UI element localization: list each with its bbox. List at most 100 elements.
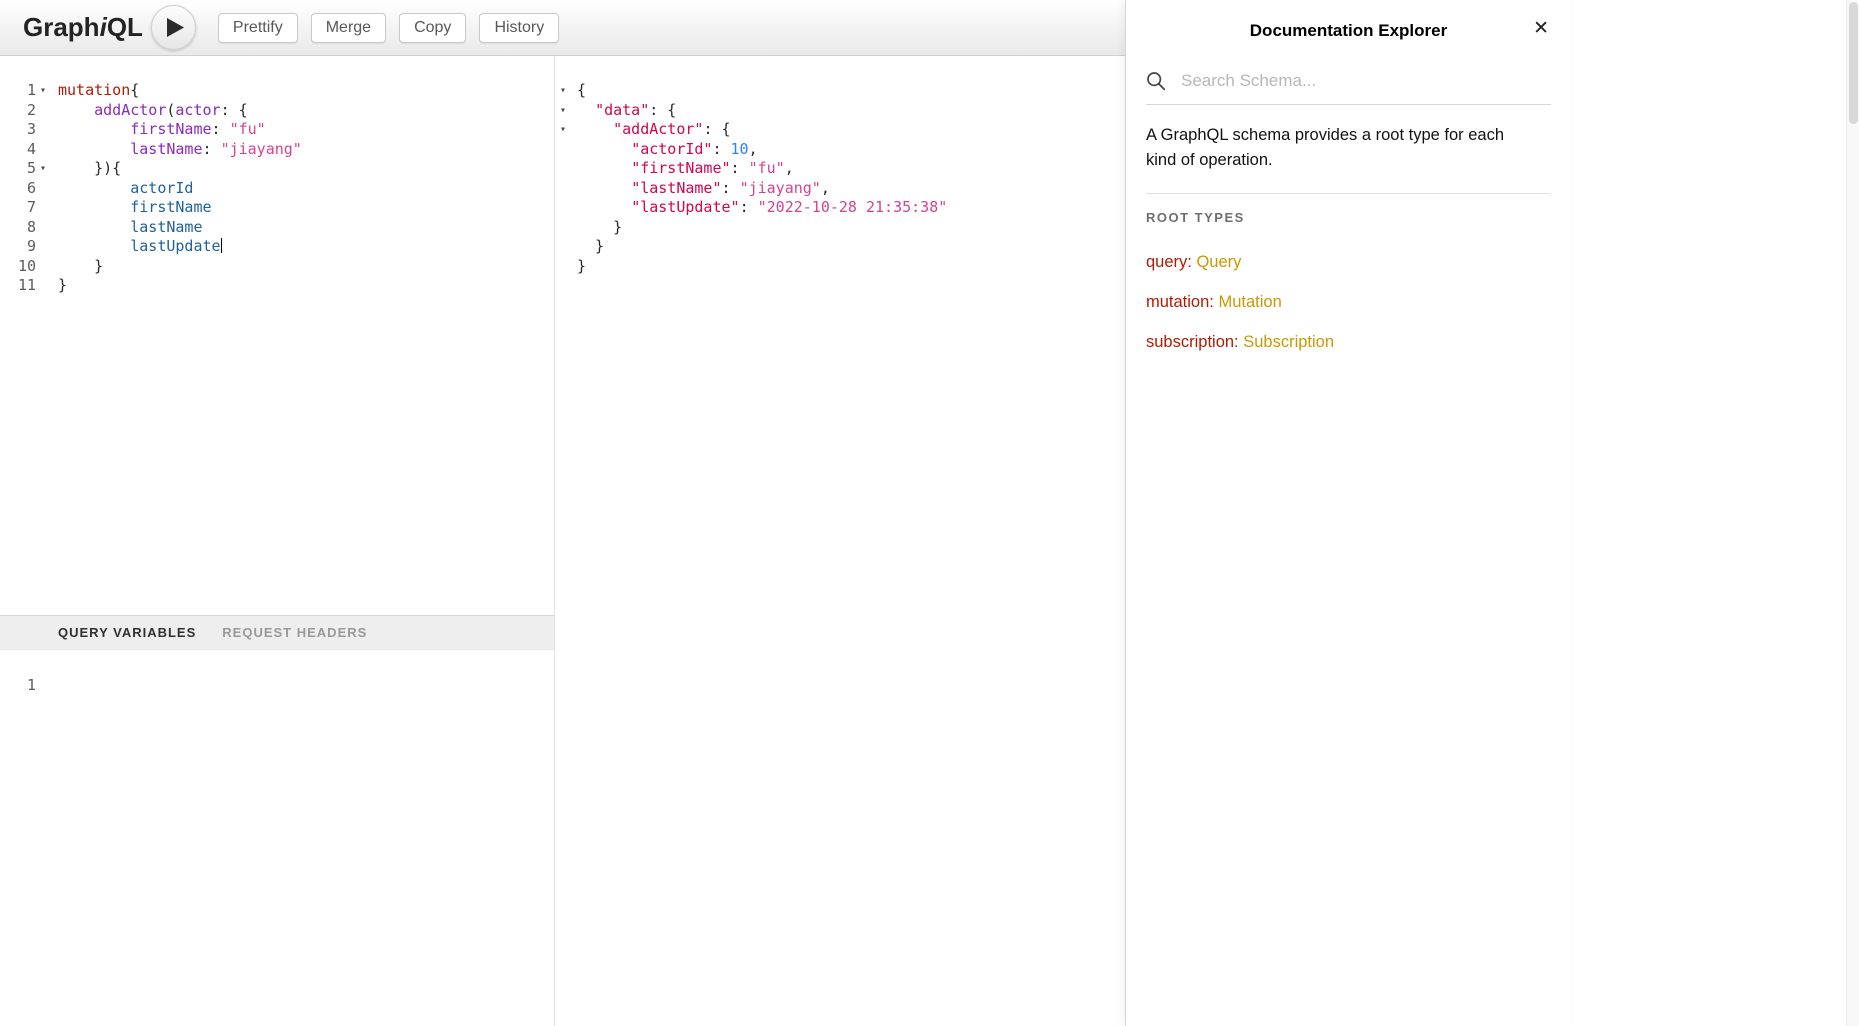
code-token: : {: [221, 101, 248, 119]
fold-gutter: [36, 179, 50, 199]
root-type-keyword: query:: [1146, 253, 1196, 271]
code-line: ▾ "addActor": {: [555, 120, 1125, 140]
doc-explorer-body: A GraphQL schema provides a root type fo…: [1126, 105, 1571, 355]
fold-arrow-icon[interactable]: ▾: [36, 81, 50, 101]
merge-button[interactable]: Merge: [311, 13, 386, 43]
code-line: 4 lastName: "jiayang": [0, 140, 554, 160]
code-token: {: [577, 81, 586, 99]
documentation-explorer-panel: Documentation Explorer ✕ A GraphQL schem…: [1125, 0, 1571, 1026]
fold-arrow-icon[interactable]: ▾: [555, 81, 577, 101]
code-token: [58, 237, 130, 255]
code-token: {: [130, 81, 139, 99]
line-number: 4: [0, 140, 36, 160]
fold-gutter: [555, 159, 577, 179]
topbar: GraphiQL Prettify Merge Copy History: [0, 0, 1125, 56]
code-text: [50, 676, 58, 696]
root-type-item: query: Query: [1146, 250, 1551, 275]
code-token: "jiayang": [740, 179, 821, 197]
secondary-editor-title-bar: QUERY VARIABLES REQUEST HEADERS: [0, 615, 554, 650]
code-line: }: [555, 237, 1125, 257]
code-token: "firstName": [631, 159, 730, 177]
code-token: [577, 140, 631, 158]
code-token: }: [58, 257, 103, 275]
query-variables-editor[interactable]: 1: [0, 650, 554, 1026]
code-token: actor: [175, 101, 220, 119]
copy-button[interactable]: Copy: [399, 13, 466, 43]
code-token: mutation: [58, 81, 130, 99]
code-line: 2 addActor(actor: {: [0, 101, 554, 121]
history-button[interactable]: History: [479, 13, 559, 43]
search-schema-input[interactable]: [1181, 71, 1551, 91]
code-line: 11}: [0, 276, 554, 296]
query-editor[interactable]: 1▾mutation{2 addActor(actor: {3 firstNam…: [0, 56, 554, 615]
code-token: lastName: [130, 218, 202, 236]
code-line: "actorId": 10,: [555, 140, 1125, 160]
fold-gutter: [555, 257, 577, 277]
fold-gutter: [36, 140, 50, 160]
code-token: }: [577, 257, 586, 275]
fold-gutter: [36, 237, 50, 257]
code-token: [577, 101, 595, 119]
doc-section-divider: [1146, 193, 1551, 194]
code-line: "firstName": "fu",: [555, 159, 1125, 179]
code-text: "actorId": 10,: [577, 140, 758, 160]
root-types-list: query: Querymutation: Mutationsubscripti…: [1146, 250, 1551, 355]
schema-search-bar: [1146, 71, 1551, 105]
fold-arrow-icon[interactable]: ▾: [555, 120, 577, 140]
search-icon: [1146, 71, 1166, 91]
code-text: {: [577, 81, 586, 101]
code-line: 1: [0, 676, 554, 696]
execute-query-button[interactable]: [151, 5, 196, 50]
code-token: firstName: [130, 120, 211, 138]
fold-arrow-icon[interactable]: ▾: [36, 159, 50, 179]
code-text: }: [577, 237, 604, 257]
fold-gutter: [36, 257, 50, 277]
code-token: [58, 140, 130, 158]
page-scrollbar[interactable]: [1846, 0, 1859, 1026]
code-token: }: [577, 218, 622, 236]
graphiql-logo: GraphiQL: [23, 12, 143, 43]
code-line: }: [555, 257, 1125, 277]
code-text: }){: [50, 159, 121, 179]
graphiql-screen: GraphiQL Prettify Merge Copy History 1 ▾ muta…: [0, 0, 1859, 1026]
tab-query-variables[interactable]: QUERY VARIABLES: [58, 625, 196, 640]
line-number: 8: [0, 218, 36, 238]
fold-gutter: [36, 120, 50, 140]
code-text: }: [50, 276, 67, 296]
doc-explorer-header: Documentation Explorer ✕: [1126, 0, 1571, 56]
code-text: firstName: [50, 198, 212, 218]
code-line: 10 }: [0, 257, 554, 277]
code-token: }){: [58, 159, 121, 177]
code-token: :: [722, 179, 740, 197]
fold-gutter: [36, 101, 50, 121]
scrollbar-thumb[interactable]: [1849, 2, 1858, 124]
line-number: 2: [0, 101, 36, 121]
code-token: : {: [703, 120, 730, 138]
fold-arrow-icon[interactable]: ▾: [555, 101, 577, 121]
type-link-query[interactable]: Query: [1196, 253, 1241, 271]
tab-request-headers[interactable]: REQUEST HEADERS: [222, 625, 367, 640]
code-line: 8 lastName: [0, 218, 554, 238]
code-text: "lastName": "jiayang",: [577, 179, 830, 199]
code-line: 9 lastUpdate: [0, 237, 554, 257]
prettify-button[interactable]: Prettify: [218, 13, 298, 43]
code-token: ,: [821, 179, 830, 197]
code-token: addActor: [94, 101, 166, 119]
doc-explorer-title: Documentation Explorer: [1126, 0, 1571, 41]
code-token: "2022-10-28 21:35:38": [758, 198, 948, 216]
close-icon[interactable]: ✕: [1533, 19, 1549, 38]
play-icon: [166, 17, 185, 38]
logo-part: Graph: [23, 12, 100, 42]
type-link-mutation[interactable]: Mutation: [1218, 293, 1281, 311]
type-link-subscription[interactable]: Subscription: [1243, 333, 1334, 351]
logo-part: QL: [107, 12, 143, 42]
code-line: 1▾mutation{: [0, 81, 554, 101]
editors-row: 1▾mutation{2 addActor(actor: {3 firstNam…: [0, 56, 1125, 1026]
line-number: 3: [0, 120, 36, 140]
code-text: }: [577, 218, 622, 238]
code-line: 3 firstName: "fu": [0, 120, 554, 140]
result-viewer[interactable]: ▾{▾ "data": {▾ "addActor": { "actorId": …: [555, 56, 1125, 1026]
code-text: addActor(actor: {: [50, 101, 248, 121]
fold-gutter: [555, 198, 577, 218]
code-line: 5▾ }){: [0, 159, 554, 179]
